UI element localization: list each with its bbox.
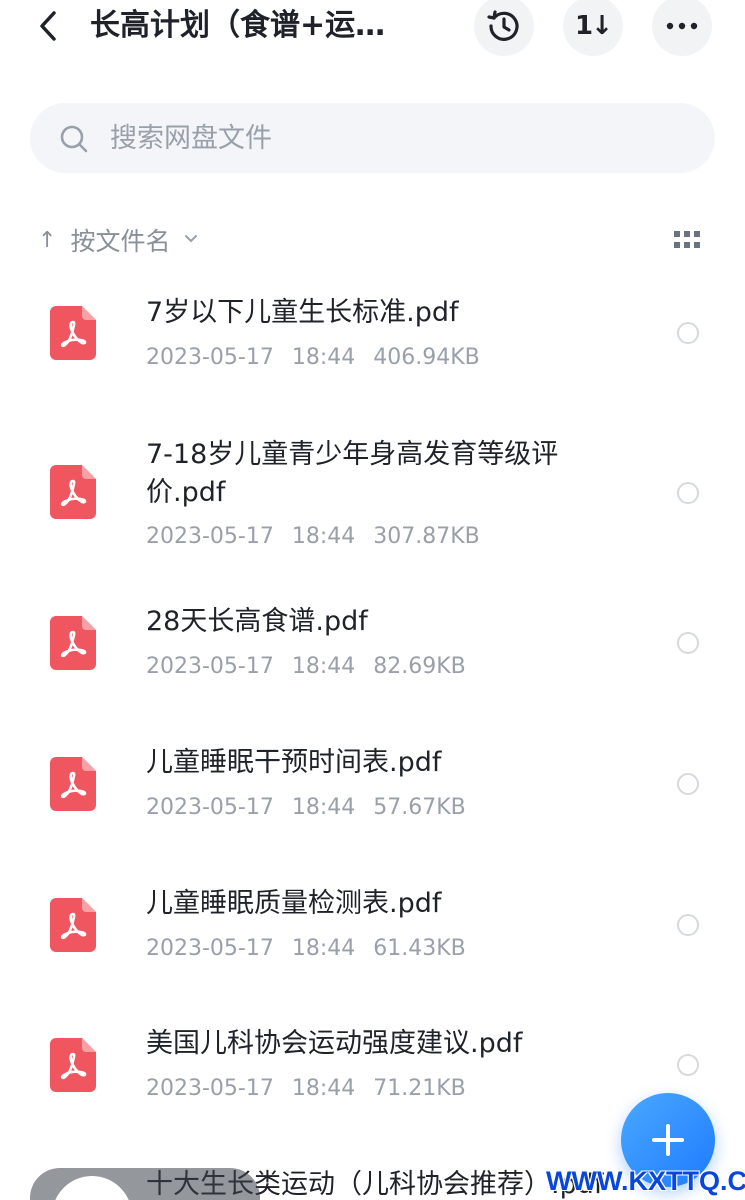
file-meta: 2023-05-17 18:44 57.67KB	[146, 793, 606, 823]
file-name: 儿童睡眠干预时间表.pdf	[146, 747, 442, 778]
list-item[interactable]: 儿童睡眠质量检测表.pdf 2023-05-17 18:44 61.43KB	[0, 882, 745, 982]
file-size: 57.67KB	[373, 795, 466, 820]
list-item[interactable]: 7岁以下儿童生长标准.pdf 2023-05-17 18:44 406.94KB	[0, 290, 745, 390]
file-size: 307.87KB	[373, 524, 480, 549]
history-icon	[487, 10, 519, 41]
floating-upload-panel[interactable]	[30, 1168, 260, 1200]
file-meta: 2023-05-17 18:44 71.21KB	[146, 1074, 606, 1104]
file-size: 82.69KB	[373, 654, 466, 679]
sort-toggle-icon: 1↓	[575, 11, 613, 41]
pdf-file-icon	[50, 898, 96, 952]
select-radio[interactable]	[677, 322, 699, 344]
plus-icon	[652, 1124, 684, 1156]
sort-selector[interactable]: ↑ 按文件名	[38, 220, 338, 260]
file-time: 18:44	[291, 345, 356, 370]
file-date: 2023-05-17	[146, 524, 274, 549]
list-item[interactable]: 28天长高食谱.pdf 2023-05-17 18:44 82.69KB	[0, 600, 745, 700]
file-list-screen: 长高计划（食谱+运… 1↓ ↑ 按文件名	[0, 0, 745, 1200]
file-name: 儿童睡眠质量检测表.pdf	[146, 888, 442, 919]
list-item[interactable]: 儿童睡眠干预时间表.pdf 2023-05-17 18:44 57.67KB	[0, 741, 745, 841]
grid-view-icon[interactable]	[674, 231, 700, 249]
file-date: 2023-05-17	[146, 795, 274, 820]
file-name: 7岁以下儿童生长标准.pdf	[146, 297, 459, 328]
file-size: 71.21KB	[373, 1076, 466, 1101]
watermark: WWW.KXTTQ.COM	[546, 1166, 745, 1196]
file-time: 18:44	[291, 524, 356, 549]
file-meta: 2023-05-17 18:44 307.87KB	[146, 522, 606, 552]
search-input[interactable]	[110, 103, 670, 173]
file-date: 2023-05-17	[146, 1076, 274, 1101]
file-time: 18:44	[291, 654, 356, 679]
back-button[interactable]	[28, 6, 68, 46]
top-bar: 长高计划（食谱+运… 1↓	[0, 0, 745, 56]
more-icon	[666, 22, 698, 30]
select-radio[interactable]	[677, 482, 699, 504]
pdf-file-icon	[50, 465, 96, 519]
upload-status-icon	[52, 1176, 132, 1200]
file-size: 406.94KB	[373, 345, 480, 370]
more-options-button[interactable]	[652, 0, 712, 56]
select-radio[interactable]	[677, 632, 699, 654]
file-date: 2023-05-17	[146, 654, 274, 679]
select-radio[interactable]	[677, 773, 699, 795]
pdf-file-icon	[50, 757, 96, 811]
pdf-file-icon	[50, 1038, 96, 1092]
file-date: 2023-05-17	[146, 936, 274, 961]
file-meta: 2023-05-17 18:44 82.69KB	[146, 652, 606, 682]
file-size: 61.43KB	[373, 936, 466, 961]
search-bar[interactable]	[30, 103, 715, 173]
search-icon	[60, 125, 88, 153]
file-time: 18:44	[291, 795, 356, 820]
file-meta: 2023-05-17 18:44 61.43KB	[146, 934, 606, 964]
sort-label: 按文件名	[70, 227, 171, 256]
chevron-down-icon	[184, 232, 198, 248]
sort-order-button[interactable]: 1↓	[563, 0, 623, 56]
select-radio[interactable]	[677, 914, 699, 936]
list-item[interactable]: 7-18岁儿童青少年身高发育等级评价.pdf 2023-05-17 18:44 30…	[0, 432, 745, 562]
file-name: 7-18岁儿童青少年身高发育等级评价.pdf	[146, 439, 559, 508]
page-title: 长高计划（食谱+运…	[90, 8, 386, 43]
file-name: 美国儿科协会运动强度建议.pdf	[146, 1028, 523, 1059]
pdf-file-icon	[50, 616, 96, 670]
history-button[interactable]	[474, 0, 534, 56]
select-radio[interactable]	[677, 1054, 699, 1076]
chevron-left-icon	[40, 11, 56, 41]
file-meta: 2023-05-17 18:44 406.94KB	[146, 343, 606, 373]
file-time: 18:44	[291, 936, 356, 961]
arrow-up-icon: ↑	[38, 227, 57, 253]
file-name: 28天长高食谱.pdf	[146, 606, 368, 637]
file-time: 18:44	[291, 1076, 356, 1101]
file-date: 2023-05-17	[146, 345, 274, 370]
pdf-file-icon	[50, 306, 96, 360]
